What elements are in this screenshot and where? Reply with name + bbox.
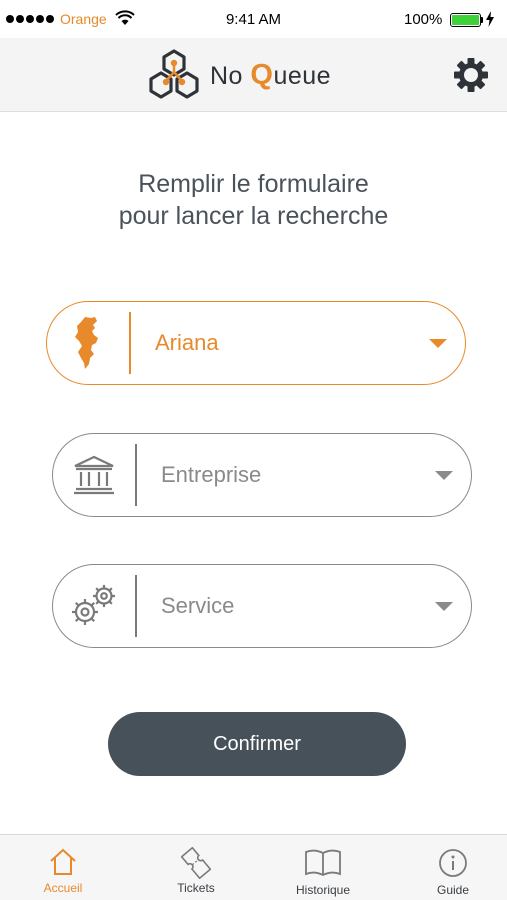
hexagon-logo-icon xyxy=(149,49,199,99)
chevron-down-icon xyxy=(429,339,447,348)
service-value: Service xyxy=(161,593,235,618)
tab-tickets[interactable]: Tickets xyxy=(133,835,259,900)
tab-historique[interactable]: Historique xyxy=(260,835,386,900)
battery-percent: 100% xyxy=(404,11,443,28)
bank-icon xyxy=(74,455,114,495)
form-title-line1: Remplir le formulaire xyxy=(138,170,369,198)
battery-icon xyxy=(450,13,481,27)
home-icon xyxy=(50,848,76,875)
tunisia-map-icon xyxy=(75,317,98,369)
ticket-icon xyxy=(181,847,211,879)
tab-historique-label: Historique xyxy=(295,883,351,897)
tab-guide-label: Guide xyxy=(436,883,470,897)
service-select[interactable]: Service xyxy=(52,564,472,648)
tab-accueil[interactable]: Accueil xyxy=(0,835,126,900)
app-name-q: Q xyxy=(250,58,274,91)
app-header: No Queue xyxy=(0,38,507,112)
settings-gear-icon[interactable] xyxy=(452,56,490,94)
tab-guide[interactable]: Guide xyxy=(390,835,507,900)
status-bar: Orange 9:41 AM 100% xyxy=(0,0,507,38)
tab-bar: Accueil Tickets Historique Guide xyxy=(0,834,507,900)
tab-tickets-label: Tickets xyxy=(177,881,215,895)
tab-accueil-label: Accueil xyxy=(43,881,83,895)
chevron-down-icon xyxy=(435,602,453,611)
app-name: No Queue xyxy=(210,59,331,92)
gears-icon xyxy=(72,585,115,625)
form-title-line2: pour lancer la recherche xyxy=(118,202,389,230)
app-name-suffix: ueue xyxy=(273,61,332,90)
app-logo: No Queue xyxy=(146,48,331,102)
confirm-button[interactable]: Confirmer xyxy=(108,712,406,776)
info-icon xyxy=(439,849,467,877)
region-value: Ariana xyxy=(155,330,219,355)
app-name-prefix: No xyxy=(210,61,251,90)
book-icon xyxy=(305,849,341,877)
entreprise-value: Entreprise xyxy=(161,462,262,487)
entreprise-select[interactable]: Entreprise xyxy=(52,433,472,517)
region-select[interactable]: Ariana xyxy=(46,301,466,385)
chevron-down-icon xyxy=(435,471,453,480)
charging-bolt-icon xyxy=(486,11,494,27)
form-title: Remplir le formulaire pour lancer la rec… xyxy=(0,168,507,232)
